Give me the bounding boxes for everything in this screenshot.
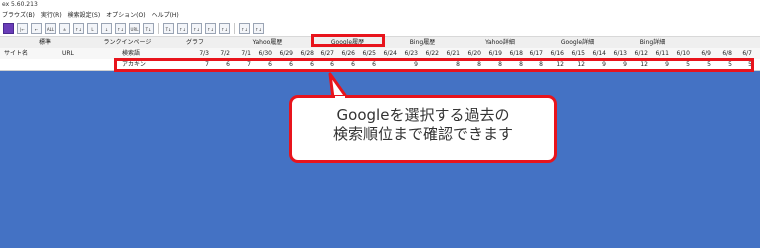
callout-pointer-cover (335, 96, 345, 100)
